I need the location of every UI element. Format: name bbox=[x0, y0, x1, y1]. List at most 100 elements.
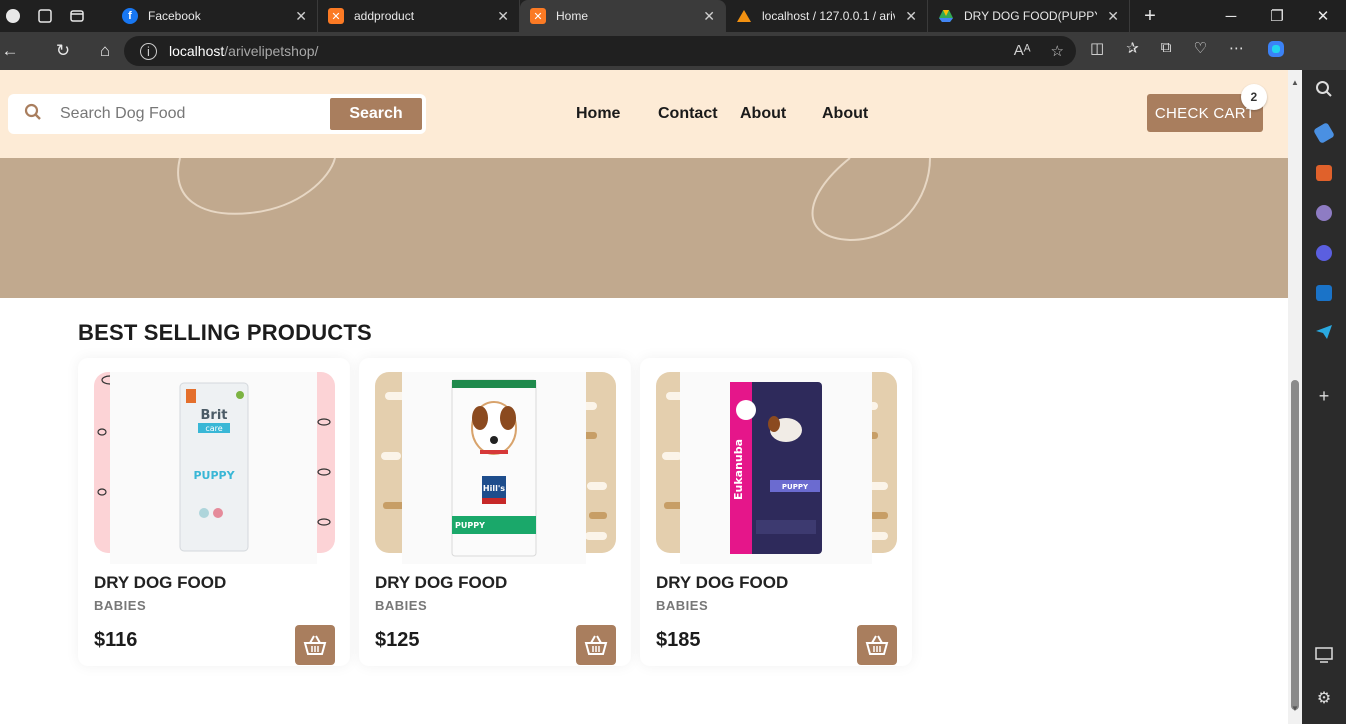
info-icon[interactable]: i bbox=[140, 42, 157, 60]
tab-addproduct[interactable]: ✕ addproduct ✕ bbox=[318, 0, 520, 32]
hero-banner bbox=[0, 158, 1288, 298]
close-icon[interactable]: ✕ bbox=[497, 8, 509, 25]
close-icon[interactable]: ✕ bbox=[703, 8, 715, 25]
basket-icon bbox=[865, 635, 889, 655]
product-image[interactable]: Brit care PUPPY bbox=[110, 372, 317, 564]
xampp-icon: ✕ bbox=[328, 8, 344, 24]
tab-actions-icon[interactable] bbox=[68, 7, 86, 25]
outlook-icon[interactable] bbox=[1316, 285, 1332, 301]
split-screen-icon[interactable]: ◫ bbox=[1090, 39, 1104, 63]
product-price: $185 bbox=[656, 629, 701, 651]
collections-icon[interactable]: ⧉ bbox=[1161, 39, 1172, 63]
search-button[interactable]: Search bbox=[330, 98, 422, 130]
workspaces-icon[interactable] bbox=[36, 7, 54, 25]
window-controls: ─ ❐ ✕ bbox=[1208, 7, 1346, 26]
profile-icon[interactable] bbox=[4, 7, 22, 25]
new-tab-button[interactable]: + bbox=[1130, 5, 1170, 28]
add-to-cart-button[interactable] bbox=[576, 625, 616, 665]
screenshot-icon[interactable] bbox=[1315, 647, 1333, 668]
favorites-icon[interactable]: ✰ bbox=[1126, 39, 1139, 63]
minimize-icon[interactable]: ─ bbox=[1208, 8, 1254, 25]
add-to-cart-button[interactable] bbox=[295, 625, 335, 665]
svg-text:PUPPY: PUPPY bbox=[193, 469, 235, 482]
search-sidebar-icon[interactable] bbox=[1315, 80, 1333, 103]
tab-phpmyadmin[interactable]: localhost / 127.0.0.1 / arive ✕ bbox=[726, 0, 928, 32]
tab-title: DRY DOG FOOD(PUPPY) - bbox=[964, 9, 1097, 23]
tab-home[interactable]: ✕ Home ✕ bbox=[520, 0, 726, 32]
copilot-icon[interactable] bbox=[1266, 39, 1286, 63]
brand-logo: Hill's bbox=[483, 484, 505, 493]
tab-facebook[interactable]: f Facebook ✕ bbox=[112, 0, 318, 32]
nav-home[interactable]: Home bbox=[576, 105, 620, 123]
close-icon[interactable]: ✕ bbox=[905, 8, 917, 25]
product-category: BABIES bbox=[656, 598, 709, 613]
product-image[interactable]: Eukanuba PUPPY bbox=[680, 372, 872, 564]
product-card[interactable]: Brit care PUPPY DRY DOG FOOD BABIES $116 bbox=[78, 358, 350, 666]
product-price: $125 bbox=[375, 629, 420, 651]
check-cart-button[interactable]: CHECK CART 2 bbox=[1147, 84, 1267, 132]
more-menu-icon[interactable]: ⋯ bbox=[1229, 39, 1244, 63]
copilot-sidebar-icon[interactable] bbox=[1316, 245, 1332, 261]
product-name: DRY DOG FOOD bbox=[94, 573, 227, 592]
basket-icon bbox=[303, 635, 327, 655]
product-price: $116 bbox=[94, 629, 138, 651]
address-bar[interactable]: i localhost/arivelipetshop/ Aᴬ ☆ bbox=[124, 36, 1076, 66]
back-icon[interactable]: ← bbox=[0, 41, 20, 61]
svg-text:PUPPY: PUPPY bbox=[782, 483, 809, 491]
product-category: BABIES bbox=[375, 598, 428, 613]
url-path: /arivelipetshop/ bbox=[224, 43, 319, 59]
games-icon[interactable] bbox=[1316, 205, 1332, 221]
web-page: Search Home Contact About About CHECK CA… bbox=[0, 70, 1288, 724]
read-aloud-icon[interactable]: Aᴬ bbox=[1014, 42, 1031, 60]
scroll-up-icon[interactable]: ▲ bbox=[1291, 78, 1299, 87]
product-name: DRY DOG FOOD bbox=[656, 573, 789, 592]
brand-logo: Brit bbox=[200, 408, 227, 423]
xampp-icon: ✕ bbox=[530, 8, 546, 24]
nav-about[interactable]: About bbox=[740, 105, 786, 123]
shopping-tag-icon[interactable] bbox=[1313, 122, 1335, 144]
home-icon[interactable]: ⌂ bbox=[84, 41, 126, 61]
tools-icon[interactable] bbox=[1316, 165, 1332, 181]
search-bar: Search bbox=[8, 94, 426, 134]
site-header: Search Home Contact About About CHECK CA… bbox=[0, 70, 1288, 158]
restore-icon[interactable]: ❐ bbox=[1254, 7, 1300, 25]
tab-title: Facebook bbox=[148, 9, 201, 23]
favorite-star-icon[interactable]: ☆ bbox=[1051, 42, 1064, 60]
section-title: BEST SELLING PRODUCTS bbox=[78, 320, 372, 345]
toolbar-actions: ◫ ✰ ⧉ ♡ ⋯ bbox=[1090, 39, 1286, 63]
search-icon bbox=[24, 103, 44, 126]
product-image[interactable]: Hill's PUPPY bbox=[402, 372, 586, 564]
url-host: localhost bbox=[169, 43, 225, 59]
add-sidebar-app-icon[interactable]: + bbox=[1319, 386, 1330, 407]
product-card[interactable]: Hill's PUPPY DRY DOG FOOD BABIES $125 bbox=[359, 358, 631, 666]
refresh-icon[interactable]: ↻ bbox=[42, 41, 84, 61]
browser-tab-strip: f Facebook ✕ ✕ addproduct ✕ ✕ Home ✕ loc… bbox=[0, 0, 1346, 32]
close-icon[interactable]: ✕ bbox=[295, 8, 307, 25]
svg-text:PUPPY: PUPPY bbox=[455, 521, 485, 530]
edge-sidebar: + ⚙ bbox=[1302, 70, 1346, 724]
cart-label: CHECK CART bbox=[1154, 104, 1256, 122]
tab-title: Home bbox=[556, 9, 589, 23]
page-scrollbar[interactable]: ▲ ▼ bbox=[1288, 70, 1302, 724]
product-name: DRY DOG FOOD bbox=[375, 573, 508, 592]
close-window-icon[interactable]: ✕ bbox=[1300, 7, 1346, 25]
settings-gear-icon[interactable]: ⚙ bbox=[1317, 688, 1331, 708]
browser-toolbar: ← ↻ ⌂ i localhost/arivelipetshop/ Aᴬ ☆ ◫… bbox=[0, 32, 1346, 70]
health-icon[interactable]: ♡ bbox=[1193, 39, 1206, 63]
telegram-send-icon[interactable] bbox=[1315, 323, 1333, 346]
search-input[interactable] bbox=[60, 105, 320, 123]
add-to-cart-button[interactable] bbox=[857, 625, 897, 665]
scroll-down-icon[interactable]: ▼ bbox=[1291, 704, 1299, 713]
product-card[interactable]: Eukanuba PUPPY DRY DOG FOOD BABIES $185 bbox=[640, 358, 912, 666]
google-drive-icon bbox=[938, 8, 954, 24]
tab-google-drive[interactable]: DRY DOG FOOD(PUPPY) - ✕ bbox=[928, 0, 1130, 32]
product-category: BABIES bbox=[94, 598, 147, 613]
nav-contact[interactable]: Contact bbox=[658, 105, 718, 123]
phpmyadmin-icon bbox=[736, 8, 752, 24]
svg-text:care: care bbox=[205, 424, 222, 433]
banner-decoration bbox=[177, 158, 931, 242]
scrollbar-thumb[interactable] bbox=[1291, 380, 1299, 710]
nav-about-2[interactable]: About bbox=[822, 105, 868, 123]
brand-logo: Eukanuba bbox=[732, 439, 745, 500]
close-icon[interactable]: ✕ bbox=[1107, 8, 1119, 25]
